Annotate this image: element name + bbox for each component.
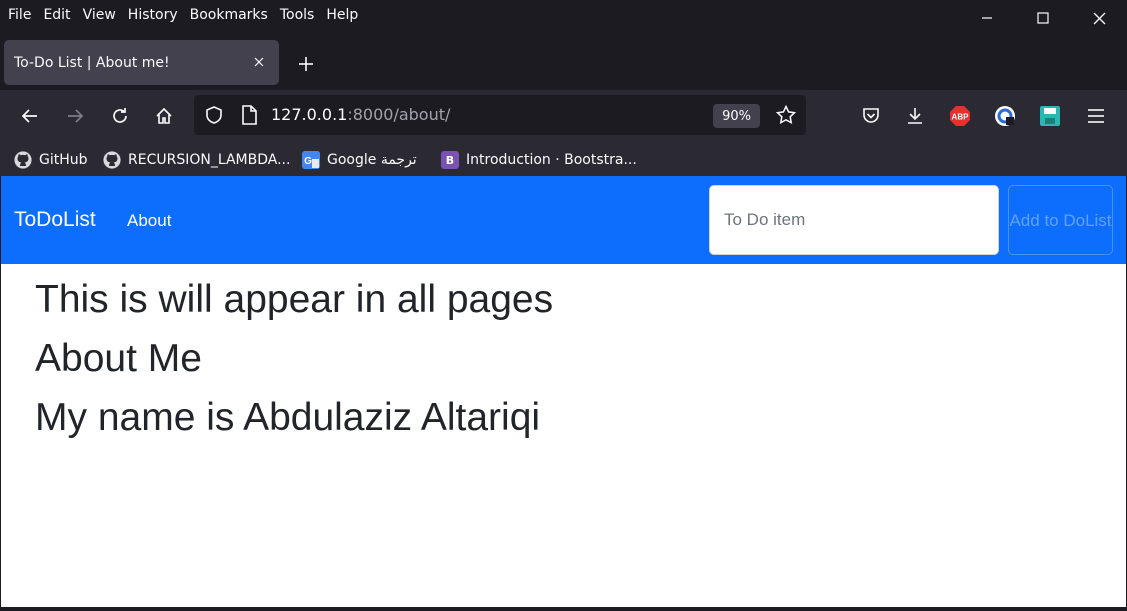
- nav-link-about[interactable]: About: [127, 211, 171, 231]
- arrow-left-icon: [21, 109, 37, 123]
- save-extension-button[interactable]: [1034, 100, 1066, 132]
- menu-edit[interactable]: Edit: [43, 7, 70, 23]
- minimize-icon: [982, 17, 992, 19]
- github-icon: [14, 151, 32, 169]
- adblock-icon: ABP: [950, 106, 970, 126]
- bookmark-label: Google ترجمة: [327, 152, 417, 168]
- navbar-brand[interactable]: ToDoList: [14, 208, 96, 232]
- menu-file[interactable]: File: [8, 7, 31, 23]
- app-menu-button[interactable]: [1080, 100, 1112, 132]
- menu-view[interactable]: View: [83, 7, 116, 23]
- url-path: :8000/about/: [347, 105, 451, 124]
- download-icon: [908, 108, 922, 124]
- nav-toolbar: 127.0.0.1:8000/about/ 90% ABP: [0, 90, 1127, 142]
- page-content: ToDoList About Add to DoList This is wil…: [0, 176, 1127, 611]
- extension-button[interactable]: [989, 100, 1021, 132]
- menu-bookmarks[interactable]: Bookmarks: [190, 7, 268, 23]
- close-icon: [1093, 12, 1105, 24]
- todo-item-input[interactable]: [709, 185, 999, 255]
- window-bottom-border: [0, 607, 1127, 611]
- url-text: 127.0.0.1:8000/about/: [271, 105, 450, 124]
- reload-button[interactable]: [104, 100, 136, 132]
- bookmark-label: GitHub: [39, 152, 88, 168]
- bookmark-github[interactable]: GitHub: [14, 149, 88, 171]
- bookmark-google-translate[interactable]: G Google ترجمة: [302, 149, 417, 171]
- arrow-right-icon: [68, 109, 84, 123]
- maximize-icon: [1037, 12, 1049, 24]
- site-navbar: ToDoList About Add to DoList: [1, 176, 1126, 264]
- tab-close-button[interactable]: [249, 52, 269, 72]
- url-bar[interactable]: 127.0.0.1:8000/about/ 90%: [194, 95, 806, 135]
- plus-icon: [299, 57, 313, 71]
- window-controls: [959, 0, 1127, 36]
- pocket-button[interactable]: [855, 100, 887, 132]
- forward-button[interactable]: [59, 100, 91, 132]
- bookmark-star-icon[interactable]: [775, 104, 797, 129]
- bookmark-label: RECURSION_LAMBDA...: [128, 152, 291, 168]
- bookmark-recursion[interactable]: RECURSION_LAMBDA...: [103, 149, 290, 171]
- extension-icon: [995, 106, 1015, 126]
- tab-about[interactable]: To-Do List | About me!: [4, 40, 279, 85]
- tab-strip: To-Do List | About me!: [0, 36, 1127, 90]
- svg-text:G: G: [304, 156, 312, 167]
- svg-text:ABP: ABP: [952, 113, 970, 122]
- hamburger-menu-icon: [1088, 109, 1104, 123]
- home-button[interactable]: [148, 100, 180, 132]
- menu-items: File Edit View History Bookmarks Tools H…: [0, 7, 370, 23]
- bootstrap-icon: B: [441, 151, 459, 169]
- menu-history[interactable]: History: [128, 7, 178, 23]
- url-host: 127.0.0.1: [271, 105, 348, 124]
- page-body: This is will appear in all pages About M…: [35, 270, 553, 447]
- pocket-icon: [863, 108, 879, 123]
- add-to-dolist-button[interactable]: Add to DoList: [1008, 185, 1113, 255]
- menu-help[interactable]: Help: [326, 7, 358, 23]
- github-icon: [103, 151, 121, 169]
- home-icon: [156, 107, 172, 124]
- menu-bar: File Edit View History Bookmarks Tools H…: [0, 0, 1127, 30]
- maximize-button[interactable]: [1015, 0, 1071, 36]
- close-icon: [254, 57, 264, 67]
- new-tab-button[interactable]: [292, 50, 320, 78]
- close-window-button[interactable]: [1071, 0, 1127, 36]
- back-button[interactable]: [14, 100, 46, 132]
- floppy-disk-icon: [1040, 106, 1060, 126]
- tab-title: To-Do List | About me!: [14, 54, 170, 71]
- google-translate-icon: G: [302, 151, 320, 169]
- minimize-button[interactable]: [959, 0, 1015, 36]
- bookmarks-toolbar: GitHub RECURSION_LAMBDA... G Google ترجم…: [0, 142, 1127, 176]
- zoom-level-button[interactable]: 90%: [713, 104, 760, 128]
- reload-icon: [113, 108, 127, 123]
- shield-icon[interactable]: [204, 105, 224, 129]
- bookmark-bootstrap[interactable]: B Introduction · Bootstra...: [441, 149, 637, 171]
- menu-tools[interactable]: Tools: [280, 7, 315, 23]
- bookmark-label: Introduction · Bootstra...: [466, 152, 637, 168]
- page-icon[interactable]: [240, 105, 258, 129]
- about-heading: About Me: [35, 337, 202, 380]
- about-text: My name is Abdulaziz Altariqi: [35, 396, 541, 439]
- adblock-button[interactable]: ABP: [944, 100, 976, 132]
- downloads-button[interactable]: [899, 100, 931, 132]
- banner-text: This is will appear in all pages: [35, 278, 554, 321]
